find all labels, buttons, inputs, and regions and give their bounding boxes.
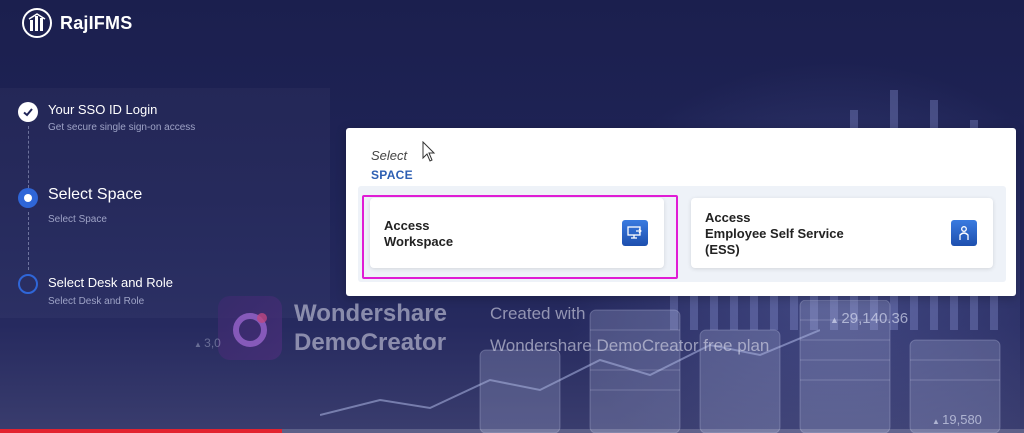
watermark-note-line1: Created with [490, 304, 586, 323]
option-title-line1: Access [705, 210, 751, 225]
option-title-line3: (ESS) [705, 242, 740, 257]
mouse-cursor-icon [422, 141, 436, 162]
check-circle-icon [18, 102, 38, 122]
triangle-up-icon: ▲ [830, 315, 842, 325]
select-label: Select [371, 148, 408, 163]
option-title-line2: Workspace [384, 234, 454, 249]
democreator-watermark: Wondershare DemoCreator Created with Won… [218, 296, 818, 366]
brand-name: RajIFMS [60, 12, 133, 33]
select-space-card: Select SPACE Access Workspace Access Emp… [346, 128, 1016, 296]
step-subtitle: Select Desk and Role [48, 296, 145, 307]
brand-header: RajIFMS [22, 8, 132, 38]
video-progress-fill [0, 429, 282, 433]
ticker-value: ▲ 3,0 [194, 336, 221, 350]
pending-step-icon [18, 274, 38, 294]
ticker-value: ▲ 29,140.36 [830, 310, 909, 327]
step-subtitle: Select Space [48, 214, 107, 225]
triangle-up-icon: ▲ [932, 417, 943, 426]
option-title-line1: Access [384, 218, 430, 233]
step-title: Select Desk and Role [48, 275, 174, 290]
space-options: Access Workspace Access Employee Self Se… [358, 186, 1006, 282]
step-title: Select Space [48, 186, 143, 203]
access-ess-option[interactable]: Access Employee Self Service (ESS) [691, 198, 993, 268]
step-connector [28, 212, 29, 270]
space-label: SPACE [371, 168, 413, 182]
active-step-icon [18, 188, 38, 208]
option-title-line2: Employee Self Service [705, 226, 844, 241]
step-title: Your SSO ID Login [48, 102, 158, 117]
watermark-note-line2: Wondershare DemoCreator free plan [490, 336, 770, 355]
step-connector [28, 126, 29, 188]
rajifms-logo-icon [22, 8, 52, 38]
monitor-arrow-icon [622, 220, 648, 246]
democreator-logo-icon [218, 296, 282, 360]
video-progress-bar[interactable] [0, 429, 1024, 433]
watermark-brand-line2: DemoCreator [294, 329, 447, 356]
user-hand-icon [951, 220, 977, 246]
ticker-value: ▲ 19,580 [932, 412, 982, 427]
step-subtitle: Get secure single sign-on access [48, 122, 196, 133]
access-workspace-option[interactable]: Access Workspace [370, 198, 664, 268]
triangle-up-icon: ▲ [194, 340, 205, 349]
watermark-brand-line1: Wondershare [294, 300, 447, 327]
